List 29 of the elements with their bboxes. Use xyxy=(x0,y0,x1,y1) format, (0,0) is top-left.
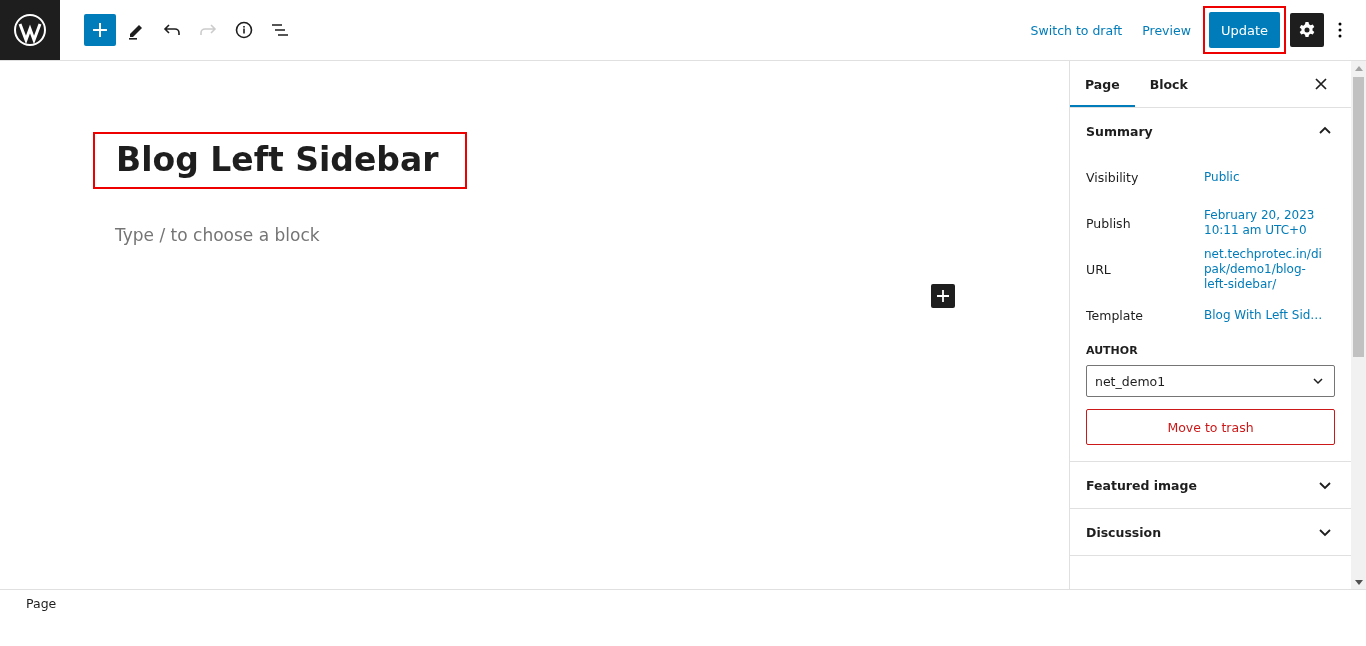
scrollbar[interactable] xyxy=(1351,61,1366,589)
update-button[interactable]: Update xyxy=(1208,12,1280,48)
author-label: AUTHOR xyxy=(1086,344,1139,357)
add-block-button[interactable] xyxy=(931,284,955,308)
wordpress-logo[interactable] xyxy=(0,0,60,60)
field-label: Visibility xyxy=(1086,169,1140,185)
field-value-link[interactable]: net.techprotec.in/dipak/demo1/blog-left-sidebar/ xyxy=(1204,246,1324,292)
field-value-link[interactable]: Blog With Left Sid… xyxy=(1204,307,1324,323)
plus-icon xyxy=(936,289,950,303)
panel-header[interactable]: Summary xyxy=(1070,108,1351,154)
field-label: Publish xyxy=(1086,215,1132,231)
field-value-link[interactable]: Public xyxy=(1204,169,1324,185)
sidebar-tab[interactable]: Block xyxy=(1134,61,1203,107)
field-label: URL xyxy=(1086,261,1112,277)
panel-header[interactable]: Featured image xyxy=(1070,462,1351,508)
settings-button[interactable] xyxy=(1290,13,1324,47)
field-label: Template xyxy=(1086,307,1145,323)
author-select[interactable]: net_demo1 xyxy=(1086,365,1335,397)
breadcrumb[interactable]: Page xyxy=(26,596,57,611)
settings-icon xyxy=(1297,20,1317,40)
toolbar-link[interactable]: Switch to draft xyxy=(1022,16,1131,44)
toolbar-link[interactable]: Preview xyxy=(1134,16,1199,44)
field-value-link[interactable]: February 20, 2023 10:11 am UTC+0 xyxy=(1204,208,1324,238)
sidebar-tab[interactable]: Page xyxy=(1070,61,1135,107)
scroll-down-icon[interactable] xyxy=(1354,579,1363,585)
move-to-trash-button[interactable]: Move to trash xyxy=(1086,409,1335,445)
panel-header[interactable]: Discussion xyxy=(1070,509,1351,555)
block-placeholder[interactable]: Type / to choose a block xyxy=(115,225,1069,245)
page-title[interactable]: Blog Left Sidebar xyxy=(93,132,467,189)
